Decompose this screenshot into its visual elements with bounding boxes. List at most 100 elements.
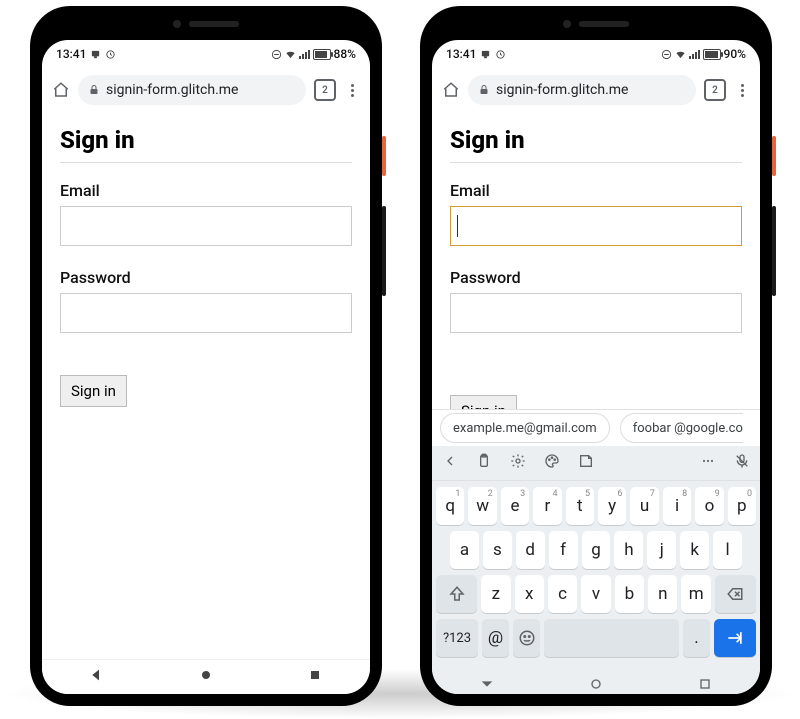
status-bar: 13:41 88%: [42, 40, 370, 68]
email-field[interactable]: [60, 206, 352, 246]
key-m[interactable]: m: [681, 575, 710, 613]
home-icon[interactable]: [442, 81, 460, 99]
url-text: signin-form.glitch.me: [106, 82, 238, 98]
key-t[interactable]: t5: [566, 487, 594, 525]
key-x[interactable]: x: [515, 575, 544, 613]
page-content: Sign in Email Password Sign in example.m…: [432, 112, 760, 694]
key-at[interactable]: @: [482, 619, 509, 657]
signin-button[interactable]: Sign in: [60, 375, 127, 407]
phone-frame-left: 13:41 88%: [30, 6, 382, 706]
password-label: Password: [450, 268, 742, 287]
key-k[interactable]: k: [680, 531, 709, 569]
key-a[interactable]: a: [450, 531, 479, 569]
email-label: Email: [60, 181, 352, 200]
palette-icon[interactable]: [544, 453, 560, 473]
key-l[interactable]: l: [713, 531, 742, 569]
key-enter[interactable]: [714, 619, 756, 657]
menu-icon[interactable]: [734, 84, 750, 97]
url-bar[interactable]: signin-form.glitch.me: [78, 75, 306, 105]
key-j[interactable]: j: [647, 531, 676, 569]
key-r[interactable]: r4: [533, 487, 561, 525]
tabs-button[interactable]: 2: [314, 79, 336, 101]
key-p[interactable]: p0: [728, 487, 756, 525]
key-i[interactable]: i8: [663, 487, 691, 525]
tabs-button[interactable]: 2: [704, 79, 726, 101]
key-emoji[interactable]: [513, 619, 540, 657]
recent-icon[interactable]: [697, 676, 713, 694]
do-not-disturb-icon: [271, 49, 282, 60]
key-period[interactable]: .: [683, 619, 710, 657]
key-w[interactable]: w2: [468, 487, 496, 525]
key-g[interactable]: g: [582, 531, 611, 569]
wifi-icon: [285, 49, 296, 60]
email-label: Email: [450, 181, 742, 200]
key-o[interactable]: o9: [695, 487, 723, 525]
gear-icon[interactable]: [510, 453, 526, 473]
status-time: 13:41: [56, 47, 86, 61]
password-field[interactable]: [450, 293, 742, 333]
home-nav-icon[interactable]: [198, 667, 214, 687]
email-field[interactable]: [450, 206, 742, 246]
menu-icon[interactable]: [344, 84, 360, 97]
key-c[interactable]: c: [548, 575, 577, 613]
key-n[interactable]: n: [648, 575, 677, 613]
signal-icon: [689, 50, 700, 59]
home-nav-icon[interactable]: [588, 676, 604, 694]
sticker-icon[interactable]: [578, 453, 594, 473]
more-icon[interactable]: [700, 453, 716, 473]
battery-pct: 88%: [334, 47, 356, 61]
collapse-icon[interactable]: [442, 453, 458, 473]
hide-keyboard-icon[interactable]: [479, 676, 495, 694]
mic-off-icon[interactable]: [734, 453, 750, 473]
battery-icon: [703, 49, 721, 60]
home-icon[interactable]: [52, 81, 70, 99]
url-bar[interactable]: signin-form.glitch.me: [468, 75, 696, 105]
battery-icon: [313, 49, 331, 60]
key-shift[interactable]: [436, 575, 477, 613]
clipboard-icon[interactable]: [476, 453, 492, 473]
key-e[interactable]: e3: [501, 487, 529, 525]
volume-button: [772, 206, 776, 296]
recent-icon[interactable]: [307, 667, 323, 687]
key-u[interactable]: u7: [630, 487, 658, 525]
status-time: 13:41: [446, 47, 476, 61]
key-q[interactable]: q1: [436, 487, 464, 525]
key-v[interactable]: v: [581, 575, 610, 613]
browser-bar: signin-form.glitch.me 2: [42, 68, 370, 112]
power-button: [382, 136, 386, 176]
lock-icon: [478, 84, 490, 96]
notification-icon: [495, 49, 506, 60]
do-not-disturb-icon: [661, 49, 672, 60]
page-content: Sign in Email Password Sign in: [42, 112, 370, 659]
key-symbols[interactable]: ?123: [436, 619, 478, 657]
soft-keyboard: q1w2e3r4t5y6u7i8o9p0 asdfghjkl zxcvbnm: [432, 446, 760, 694]
lock-icon: [88, 84, 100, 96]
keyboard-toolbar: [432, 446, 760, 481]
key-backspace[interactable]: [715, 575, 756, 613]
wifi-icon: [675, 49, 686, 60]
autofill-chip[interactable]: example.me@gmail.com: [440, 413, 610, 443]
key-d[interactable]: d: [516, 531, 545, 569]
browser-bar: signin-form.glitch.me 2: [432, 68, 760, 112]
key-f[interactable]: f: [549, 531, 578, 569]
autofill-chip[interactable]: foobar @google.co: [620, 413, 743, 443]
notification-icon: [480, 49, 491, 60]
android-nav: [42, 659, 370, 694]
key-s[interactable]: s: [483, 531, 512, 569]
key-z[interactable]: z: [481, 575, 510, 613]
password-label: Password: [60, 268, 352, 287]
page-title: Sign in: [60, 126, 352, 154]
notification-icon: [90, 49, 101, 60]
volume-button: [382, 206, 386, 296]
key-space[interactable]: [544, 619, 679, 657]
key-b[interactable]: b: [615, 575, 644, 613]
battery-pct: 90%: [724, 47, 746, 61]
status-bar: 13:41 90%: [432, 40, 760, 68]
password-field[interactable]: [60, 293, 352, 333]
url-text: signin-form.glitch.me: [496, 82, 628, 98]
signal-icon: [299, 50, 310, 59]
back-icon[interactable]: [89, 667, 105, 687]
key-y[interactable]: y6: [598, 487, 626, 525]
key-h[interactable]: h: [614, 531, 643, 569]
page-title: Sign in: [450, 126, 742, 154]
